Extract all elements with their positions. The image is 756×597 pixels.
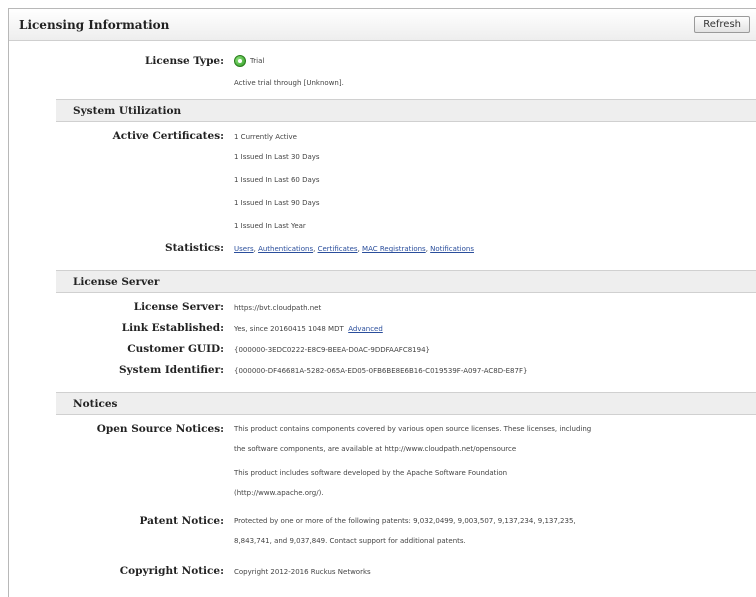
license-type-label: License Type: (145, 55, 224, 67)
system-identifier-row: System Identifier: {000000-DF46681A-5282… (9, 364, 756, 388)
active-certs-row: Active Certificates: 1 Currently Active (9, 130, 756, 153)
license-server-value: https://bvt.cloudpath.net (234, 304, 322, 312)
customer-guid-row: Customer GUID: {000000-3EDC0222-E8C9-BEE… (9, 343, 756, 364)
advanced-link[interactable]: Advanced (348, 325, 383, 333)
stats-link-authentications[interactable]: Authentications (258, 245, 313, 253)
trial-note: Active trial through [Unknown]. (234, 79, 344, 87)
panel-header: Licensing Information Refresh (9, 9, 756, 41)
panel-title: Licensing Information (19, 17, 170, 32)
link-established-label: Link Established: (121, 322, 224, 334)
open-source-row: Open Source Notices: This product contai… (9, 423, 756, 511)
system-identifier-label: System Identifier: (118, 364, 224, 376)
trial-status-icon (234, 55, 246, 67)
active-certs-label: Active Certificates: (112, 130, 224, 142)
statistics-label: Statistics: (164, 242, 224, 254)
customer-guid-label: Customer GUID: (127, 343, 224, 355)
system-identifier-value: {000000-DF46681A-5282-065A-ED05-0FB6BE8E… (234, 367, 528, 375)
stats-link-certificates[interactable]: Certificates (318, 245, 358, 253)
section-license-server: License Server (56, 270, 756, 293)
apache-notice-text: (http://www.apache.org/). (234, 489, 324, 497)
patent-text: 8,843,741, and 9,037,849. Contact suppor… (234, 537, 466, 545)
license-type-row: License Type: Trial (9, 55, 756, 67)
open-source-text: This product contains components covered… (234, 425, 592, 433)
copyright-row: Copyright Notice: Copyright 2012-2016 Ru… (9, 565, 756, 577)
copyright-label: Copyright Notice: (119, 565, 224, 577)
licensing-panel: Licensing Information Refresh License Ty… (8, 8, 756, 597)
refresh-button[interactable]: Refresh (694, 16, 750, 33)
active-certs-item: 1 Currently Active (234, 133, 297, 141)
panel-content: License Type: Trial Active trial through… (9, 55, 756, 577)
active-certs-item: 1 Issued In Last 30 Days (234, 153, 320, 161)
patent-row: Patent Notice: Protected by one or more … (9, 515, 756, 559)
active-certs-item: 1 Issued In Last 90 Days (234, 199, 320, 207)
patent-text: Protected by one or more of the followin… (234, 517, 576, 525)
link-established-row: Link Established: Yes, since 20160415 10… (9, 322, 756, 343)
stats-link-mac-registrations[interactable]: MAC Registrations (362, 245, 426, 253)
section-notices: Notices (56, 392, 756, 415)
stats-link-notifications[interactable]: Notifications (430, 245, 474, 253)
active-certs-item: 1 Issued In Last Year (234, 222, 306, 230)
statistics-row: Statistics: Users, Authentications, Cert… (9, 242, 756, 266)
patent-label: Patent Notice: (139, 515, 224, 527)
link-established-value: Yes, since 20160415 1048 MDT (234, 325, 344, 333)
trial-note-row: Active trial through [Unknown]. (9, 79, 756, 99)
license-type-value: Trial (250, 57, 265, 65)
open-source-label: Open Source Notices: (96, 423, 224, 435)
copyright-value: Copyright 2012-2016 Ruckus Networks (234, 568, 371, 576)
open-source-text: the software components, are available a… (234, 445, 517, 453)
active-certs-item: 1 Issued In Last 60 Days (234, 176, 320, 184)
customer-guid-value: {000000-3EDC0222-E8C9-BEEA-D0AC-9DDFAAFC… (234, 346, 430, 354)
license-server-row: License Server: https://bvt.cloudpath.ne… (9, 301, 756, 322)
section-system-utilization: System Utilization (56, 99, 756, 122)
license-server-label: License Server: (133, 301, 224, 313)
apache-notice-text: This product includes software developed… (234, 469, 508, 477)
stats-link-users[interactable]: Users (234, 245, 254, 253)
